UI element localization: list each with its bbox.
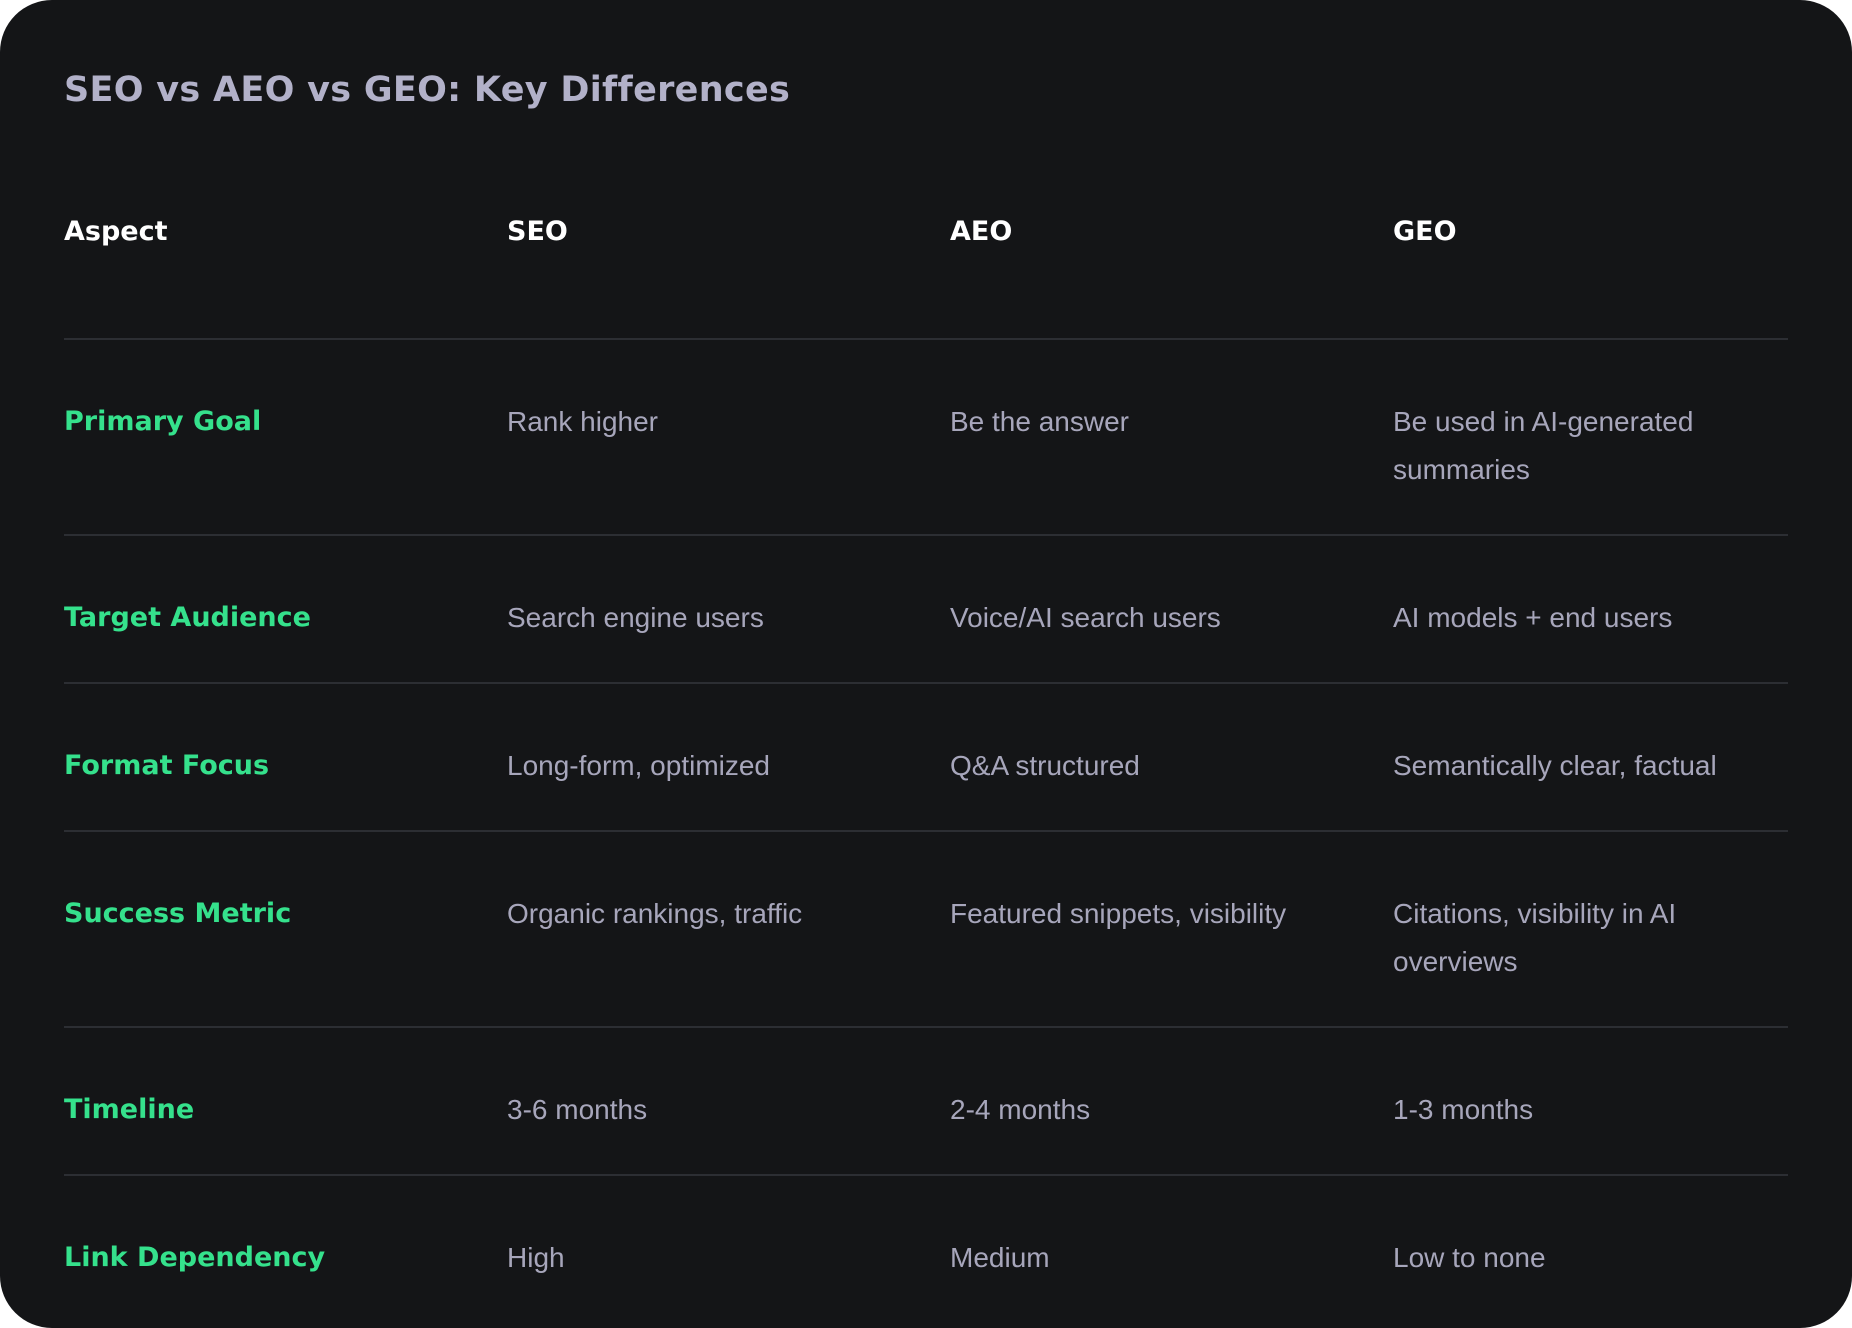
- cell-geo: Semantically clear, factual: [1393, 683, 1788, 832]
- cell-geo: Citations, visibility in AI overviews: [1393, 831, 1788, 1028]
- header-aspect: Aspect: [64, 180, 507, 340]
- table-row: Success Metric Organic rankings, traffic…: [64, 831, 1788, 1028]
- cell-seo: Rank higher: [507, 339, 950, 536]
- comparison-card: SEO vs AEO vs GEO: Key Differences Aspec…: [0, 0, 1852, 1328]
- cell-geo: AI models + end users: [1393, 535, 1788, 684]
- cell-seo: Long-form, optimized: [507, 683, 950, 832]
- cell-geo: Low to none: [1393, 1242, 1546, 1273]
- cell-seo: Search engine users: [507, 535, 950, 684]
- cell-seo: 3-6 months: [507, 1027, 950, 1176]
- row-aspect: Primary Goal: [64, 339, 507, 536]
- header-aeo: AEO: [950, 180, 1393, 340]
- cell-seo: Organic rankings, traffic: [507, 831, 950, 1028]
- cell-geo: Be used in AI-generated summaries: [1393, 339, 1788, 536]
- header-geo: GEO: [1393, 180, 1788, 340]
- table-row: Timeline 3-6 months 2-4 months 1-3 month…: [64, 1027, 1788, 1176]
- cell-aeo: Q&A structured: [950, 683, 1393, 832]
- comparison-table: Aspect SEO AEO GEO Primary Goal Rank hig…: [64, 180, 1788, 1322]
- table-row: Target Audience Search engine users Voic…: [64, 535, 1788, 684]
- table-header: Aspect SEO AEO GEO: [64, 180, 1788, 340]
- header-seo: SEO: [507, 180, 950, 340]
- cell-aeo: Medium: [950, 1242, 1050, 1273]
- cell-seo: High: [507, 1242, 565, 1273]
- table-body: Primary Goal Rank higher Be the answer B…: [64, 339, 1788, 1322]
- row-aspect: Link Dependency: [64, 1242, 326, 1273]
- cell-aeo: Featured snippets, visibility: [950, 831, 1393, 1028]
- cell-aeo: 2-4 months: [950, 1027, 1393, 1176]
- row-aspect: Target Audience: [64, 535, 507, 684]
- table-row: Link Dependency High Medium Low to none: [64, 1175, 1788, 1322]
- row-aspect: Success Metric: [64, 831, 507, 1028]
- table-row: Format Focus Long-form, optimized Q&A st…: [64, 683, 1788, 832]
- card-title: SEO vs AEO vs GEO: Key Differences: [64, 70, 791, 110]
- cell-aeo: Voice/AI search users: [950, 535, 1393, 684]
- cell-aeo: Be the answer: [950, 339, 1393, 536]
- cell-geo: 1-3 months: [1393, 1027, 1788, 1176]
- table-row: Primary Goal Rank higher Be the answer B…: [64, 339, 1788, 536]
- row-aspect: Timeline: [64, 1027, 507, 1176]
- header-row: Aspect SEO AEO GEO: [64, 180, 1788, 340]
- row-aspect: Format Focus: [64, 683, 507, 832]
